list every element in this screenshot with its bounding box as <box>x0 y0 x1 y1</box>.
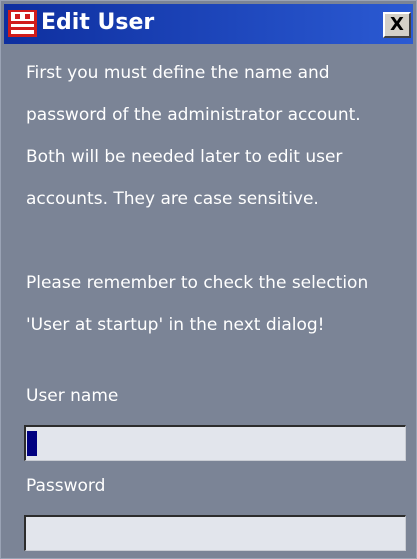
username-field[interactable] <box>24 425 406 461</box>
window-title: Edit User <box>41 10 155 35</box>
password-field[interactable] <box>24 515 406 551</box>
instruction-paragraph-1: First you must define the name and passw… <box>26 52 411 220</box>
instructions: First you must define the name and passw… <box>26 52 411 346</box>
title-bar[interactable]: Edit User X <box>4 4 413 44</box>
close-button[interactable]: X <box>383 12 411 38</box>
text-caret <box>27 431 37 456</box>
instruction-line: accounts. They are case sensitive. <box>26 189 319 209</box>
password-label: Password <box>26 476 106 496</box>
username-label: User name <box>26 386 119 406</box>
instruction-line: Both will be needed later to edit user <box>26 147 343 167</box>
instruction-line: password of the administrator account. <box>26 105 361 125</box>
close-icon: X <box>390 14 404 35</box>
instruction-paragraph-2: Please remember to check the selection '… <box>26 262 411 346</box>
edit-user-dialog: Edit User X First you must define the na… <box>0 0 417 559</box>
instruction-line: 'User at startup' in the next dialog! <box>26 315 325 335</box>
instruction-line: Please remember to check the selection <box>26 273 369 293</box>
instruction-line: First you must define the name and <box>26 63 330 83</box>
app-logo-icon <box>8 10 37 37</box>
